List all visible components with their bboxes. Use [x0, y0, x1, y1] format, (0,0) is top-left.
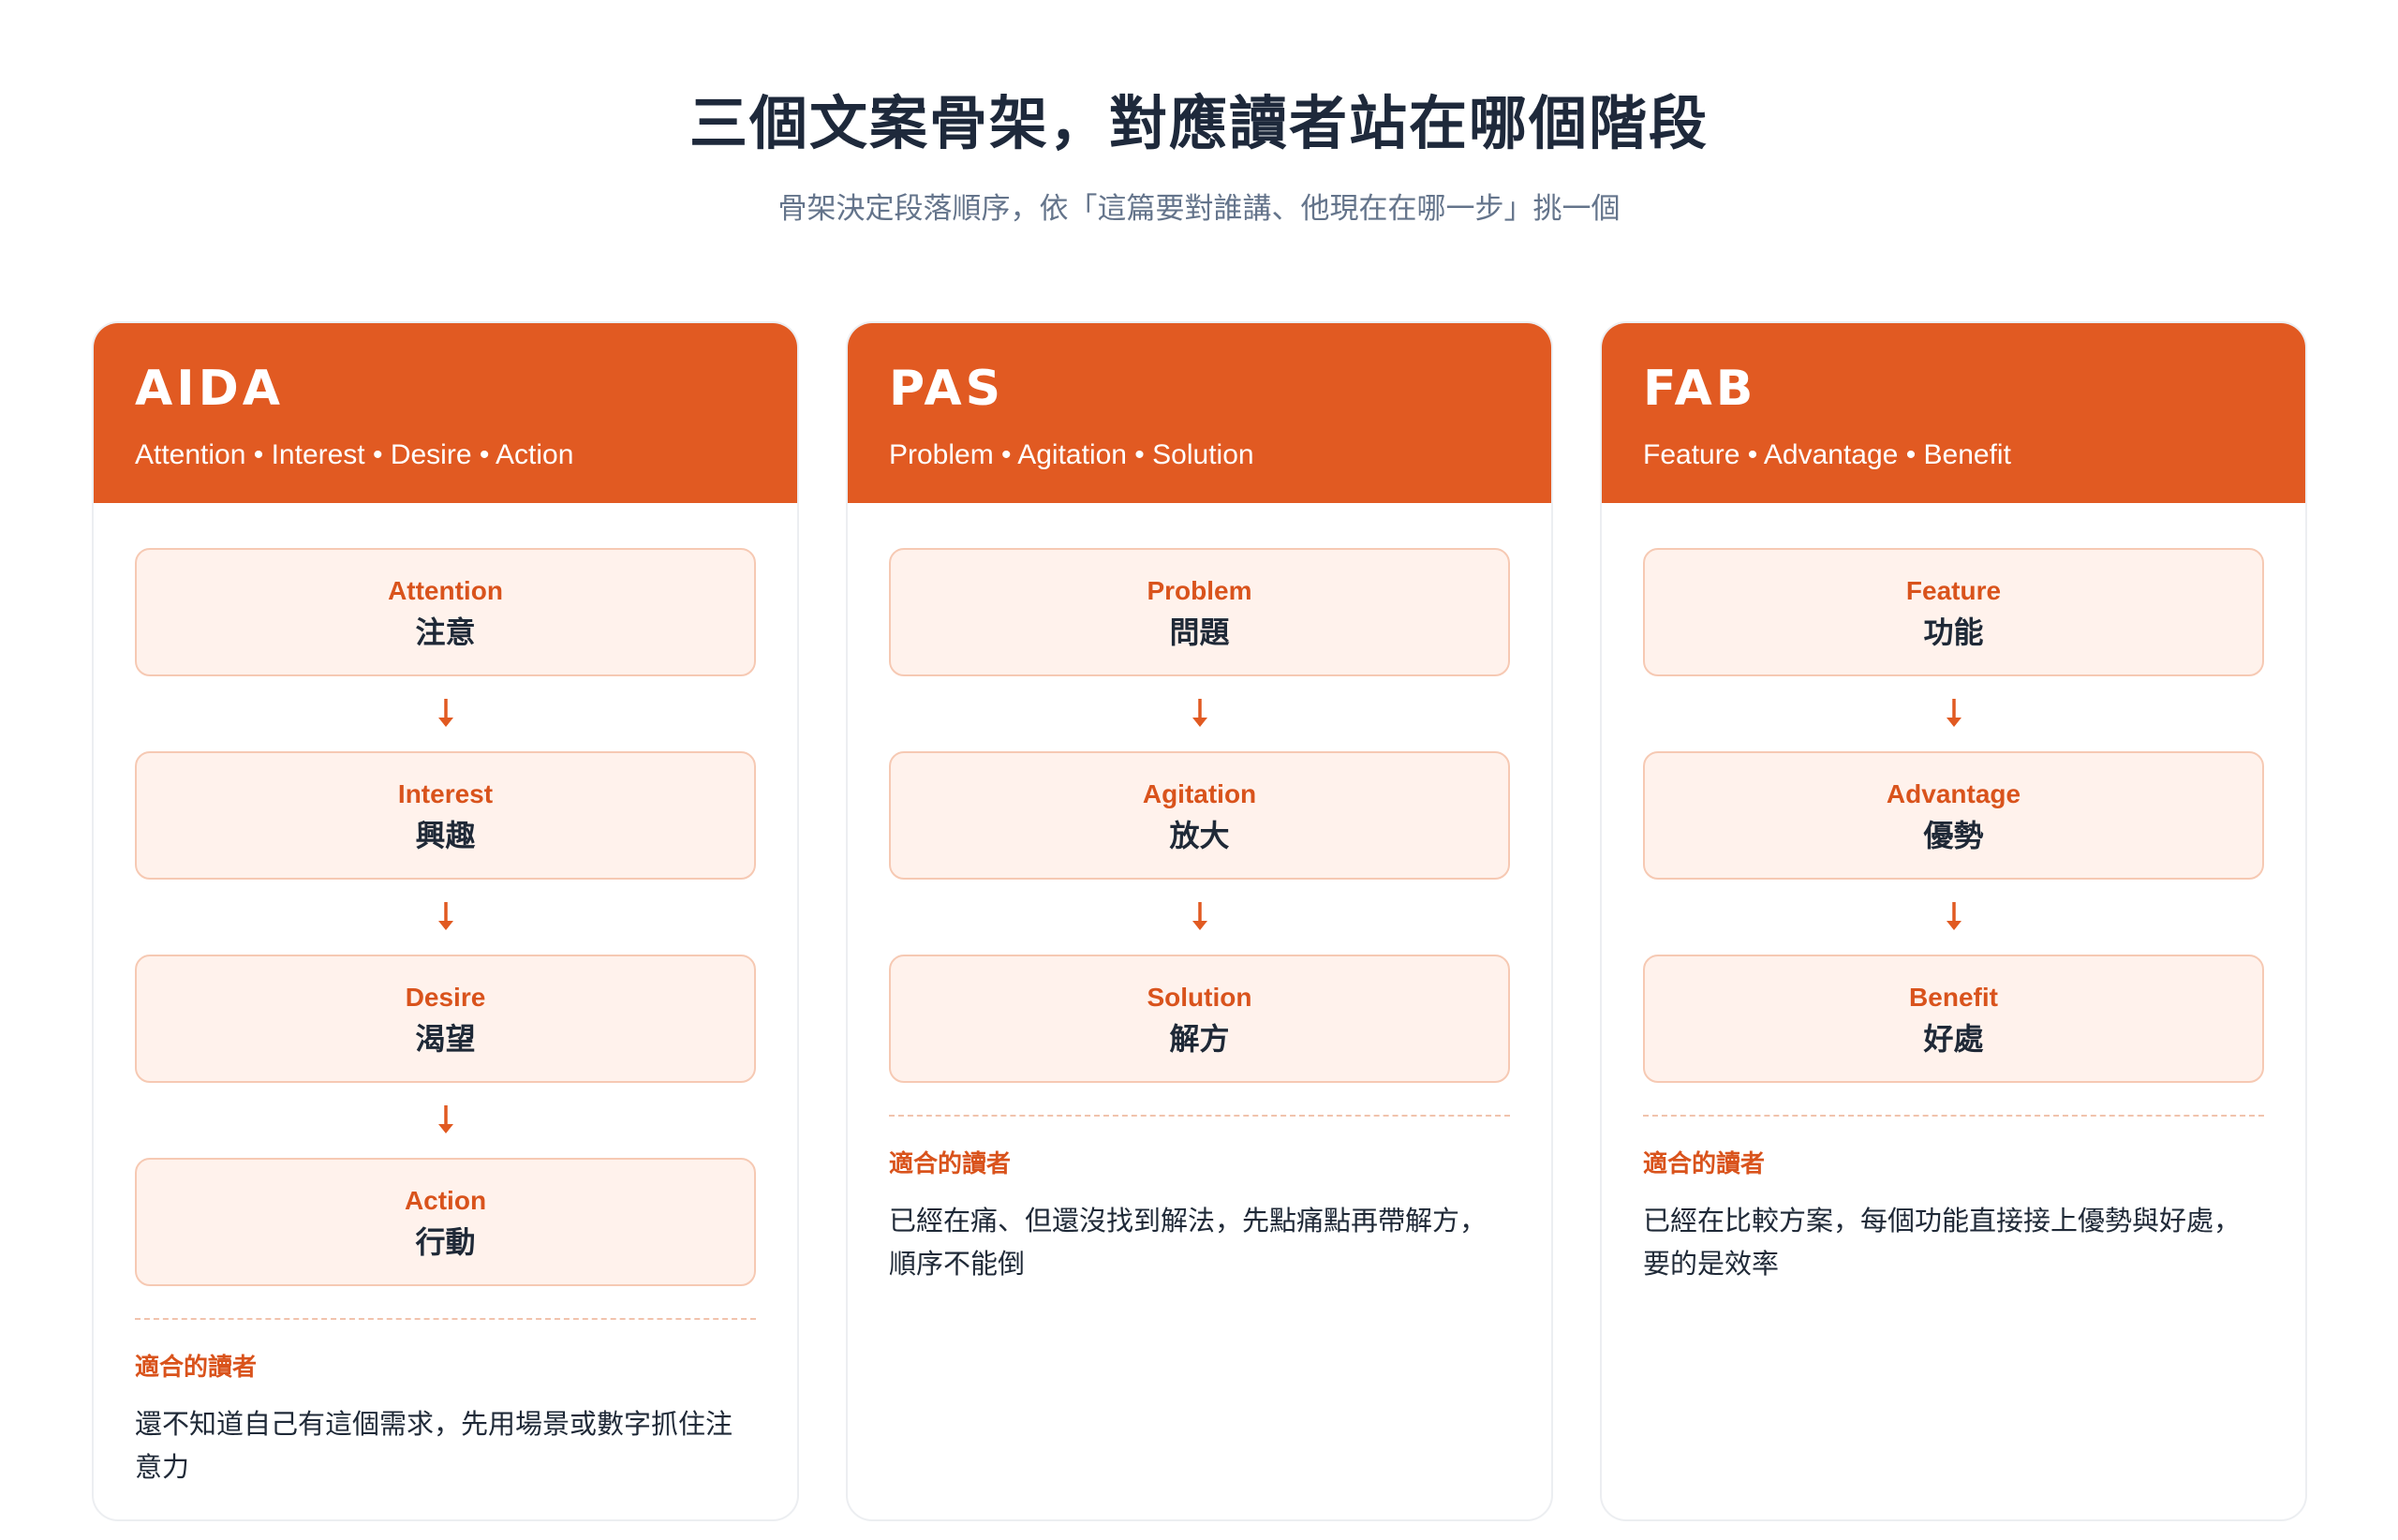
arrow-down-icon [1643, 676, 2264, 751]
step-label-en: Agitation [1142, 778, 1257, 808]
fit-reader-text: 還不知道自己有這個需求，先用場景或數字抓住注意力 [135, 1408, 733, 1483]
divider [1643, 1115, 2264, 1117]
step-label-en: Advantage [1886, 778, 2021, 808]
step-label-zh: 功能 [1923, 614, 1984, 650]
step-label-zh: 解方 [1169, 1020, 1230, 1057]
step-problem: Problem 問題 [889, 548, 1510, 676]
step-label-en: Attention [388, 575, 503, 605]
step-label-en: Feature [1905, 575, 2002, 605]
card-aida: AIDA Attention • Interest • Desire • Act… [92, 321, 799, 1521]
arrow-down-icon [889, 676, 1510, 751]
fit-reader-label: 適合的讀者 [135, 1354, 258, 1382]
step-label-en: Problem [1147, 575, 1252, 605]
card-title: PAS [889, 361, 1005, 417]
step-benefit: Benefit 好處 [1643, 955, 2264, 1083]
divider [889, 1115, 1510, 1117]
step-label-en: Benefit [1909, 982, 1998, 1012]
page-subtitle: 骨架決定段落順序，依「這篇要對誰講、他現在在哪一步」挑一個 [777, 192, 1621, 227]
fit-reader-text: 已經在痛、但還沒找到解法，先點痛點再帶解方，順序不能倒 [889, 1205, 1488, 1280]
card-description: Attention • Interest • Desire • Action [135, 439, 574, 470]
arrow-down-icon [889, 880, 1510, 955]
step-advantage: Advantage 優勢 [1643, 751, 2264, 880]
step-label-zh: 優勢 [1923, 817, 1984, 853]
step-attention: Attention 注意 [135, 548, 756, 676]
fit-reader-text: 已經在比較方案，每個功能直接接上優勢與好處，要的是效率 [1643, 1205, 2242, 1280]
card-fab: FAB Feature • Advantage • Benefit Featur… [1600, 321, 2307, 1521]
card-description: Problem • Agitation • Solution [889, 439, 1254, 470]
step-interest: Interest 興趣 [135, 751, 756, 880]
step-label-en: Solution [1147, 982, 1252, 1012]
step-feature: Feature 功能 [1643, 548, 2264, 676]
step-label-zh: 注意 [415, 614, 476, 650]
card-header: AIDA Attention • Interest • Desire • Act… [94, 323, 797, 503]
card-body: Attention 注意 Interest 興趣 Desire 渴望 Actio… [94, 503, 797, 1519]
arrow-down-icon [1643, 880, 2264, 955]
step-label-zh: 渴望 [415, 1020, 476, 1057]
step-label-zh: 行動 [415, 1223, 476, 1260]
card-description: Feature • Advantage • Benefit [1643, 439, 2011, 470]
step-label-en: Interest [397, 778, 494, 808]
arrow-down-icon [135, 1083, 756, 1158]
card-title: AIDA [135, 361, 284, 417]
arrow-down-icon [135, 676, 756, 751]
step-label-zh: 好處 [1923, 1020, 1984, 1057]
page-header: 三個文案骨架，對應讀者站在哪個階段 骨架決定段落順序，依「這篇要對誰講、他現在在… [0, 89, 2398, 228]
arrow-down-icon [135, 880, 756, 955]
step-label-zh: 興趣 [415, 817, 476, 853]
divider [135, 1318, 756, 1320]
step-label-en: Action [404, 1185, 487, 1215]
fit-reader-label: 適合的讀者 [1643, 1150, 1766, 1178]
step-action: Action 行動 [135, 1158, 756, 1286]
framework-cards: AIDA Attention • Interest • Desire • Act… [92, 321, 2308, 1521]
step-label-zh: 放大 [1169, 817, 1230, 853]
fit-reader-label: 適合的讀者 [889, 1150, 1012, 1178]
step-agitation: Agitation 放大 [889, 751, 1510, 880]
card-pas: PAS Problem • Agitation • Solution Probl… [846, 321, 1553, 1521]
step-label-zh: 問題 [1169, 614, 1230, 650]
card-body: Feature 功能 Advantage 優勢 Benefit 好處 適合的讀者… [1602, 503, 2305, 1326]
page-title: 三個文案骨架，對應讀者站在哪個階段 [688, 89, 1709, 157]
card-body: Problem 問題 Agitation 放大 Solution 解方 適合的讀… [848, 503, 1551, 1326]
step-solution: Solution 解方 [889, 955, 1510, 1083]
step-desire: Desire 渴望 [135, 955, 756, 1083]
card-title: FAB [1643, 361, 1757, 417]
step-label-en: Desire [405, 982, 486, 1012]
card-header: PAS Problem • Agitation • Solution [848, 323, 1551, 503]
card-header: FAB Feature • Advantage • Benefit [1602, 323, 2305, 503]
